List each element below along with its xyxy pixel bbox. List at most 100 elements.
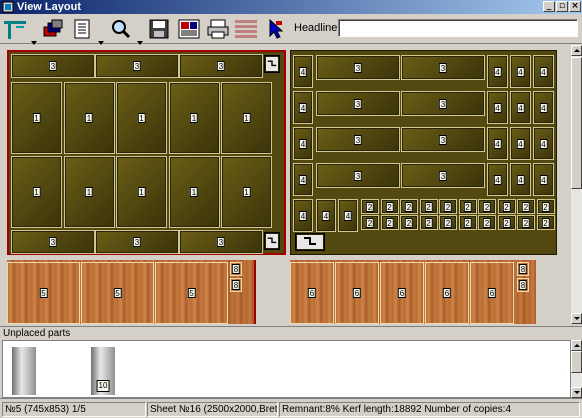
part-3[interactable]: 3 [316,163,400,188]
part-1[interactable]: 1 [116,82,167,154]
unplaced-part[interactable] [12,347,36,395]
part-2[interactable]: 2 [400,199,418,214]
scroll-up-button[interactable] [571,45,582,56]
part-3[interactable]: 3 [401,55,485,80]
remnant-piece[interactable] [264,232,280,250]
part-2[interactable]: 2 [380,199,399,214]
part-4[interactable]: 4 [293,199,313,232]
cut-tool-icon[interactable] [2,17,28,41]
part-8[interactable]: 8 [517,262,529,276]
part-2[interactable]: 2 [361,199,379,214]
list-icon[interactable] [70,17,96,41]
part-2[interactable]: 2 [439,199,457,214]
part-2[interactable]: 2 [478,199,496,214]
cursor-arrow-icon[interactable] [262,17,288,41]
part-5[interactable]: 5 [155,262,228,324]
part-2[interactable]: 2 [419,215,438,230]
unplaced-scroll-down-button[interactable] [571,387,582,398]
parts-stack-icon[interactable] [40,17,66,41]
part-5[interactable]: 5 [7,262,80,324]
part-6[interactable]: 6 [470,262,514,324]
part-8[interactable]: 8 [517,278,529,292]
print-icon[interactable] [205,17,231,41]
part-4[interactable]: 4 [338,199,358,232]
part-1[interactable]: 1 [116,156,167,228]
part-3[interactable]: 3 [401,127,485,152]
layout-area[interactable]: 3 3 3 1 1 1 1 1 1 1 1 1 1 3 3 3 4 4 4 4 4 3 3 4 4 4 3 3 4 4 4 3 3 4 4 4 3 3 4… [0,45,571,324]
part-3[interactable]: 3 [316,127,400,152]
part-3[interactable]: 3 [179,54,263,78]
zoom-icon[interactable] [108,17,134,41]
part-2[interactable]: 2 [536,199,555,214]
part-4[interactable]: 4 [533,163,554,196]
part-4[interactable]: 4 [533,127,554,160]
part-6[interactable]: 6 [380,262,424,324]
part-1[interactable]: 1 [63,82,115,154]
part-4[interactable]: 4 [293,91,313,124]
part-4[interactable]: 4 [293,127,313,160]
part-1[interactable]: 1 [11,82,62,154]
unplaced-parts-list[interactable]: 10 [2,340,571,398]
part-2[interactable]: 2 [400,215,418,230]
part-2[interactable]: 2 [517,215,535,230]
sheet-2[interactable]: 4444433444334443344433444442222222222222… [290,50,557,255]
part-2[interactable]: 2 [458,199,477,214]
unplaced-vertical-scrollbar[interactable] [571,340,582,398]
part-4[interactable]: 4 [510,163,531,196]
part-6[interactable]: 6 [335,262,379,324]
part-1[interactable]: 1 [63,156,115,228]
part-8[interactable]: 8 [230,278,242,292]
part-4[interactable]: 4 [510,91,531,124]
part-2[interactable]: 2 [380,215,399,230]
part-3[interactable]: 3 [401,91,485,116]
layout-view-icon[interactable] [176,17,202,41]
part-4[interactable]: 4 [487,127,508,160]
scroll-thumb[interactable] [571,57,582,189]
sheet-1[interactable]: 3 3 3 1 1 1 1 1 1 1 1 1 1 3 3 3 [7,50,286,255]
minimize-button[interactable]: _ [543,1,555,12]
part-2[interactable]: 2 [439,215,457,230]
sheet-3[interactable]: 5 5 5 8 8 [7,260,256,324]
part-6[interactable]: 6 [290,262,334,324]
part-4[interactable]: 4 [487,91,508,124]
sheet-4[interactable]: 6 6 6 6 6 8 8 [290,260,536,324]
part-4[interactable]: 4 [533,55,554,88]
part-4[interactable]: 4 [487,55,508,88]
part-4[interactable]: 4 [533,91,554,124]
part-2[interactable]: 2 [497,199,516,214]
part-2[interactable]: 2 [497,215,516,230]
part-4[interactable]: 4 [293,163,313,196]
remnant-piece[interactable] [295,233,325,251]
part-5[interactable]: 5 [81,262,154,324]
part-6[interactable]: 6 [425,262,469,324]
part-2[interactable]: 2 [361,215,379,230]
part-1[interactable]: 1 [221,82,272,154]
part-3[interactable]: 3 [11,230,95,254]
part-4[interactable]: 4 [510,127,531,160]
part-2[interactable]: 2 [536,215,555,230]
part-1[interactable]: 1 [168,156,220,228]
scroll-down-button[interactable] [571,313,582,324]
part-3[interactable]: 3 [316,91,400,116]
part-1[interactable]: 1 [168,82,220,154]
part-4[interactable]: 4 [316,199,336,232]
part-4[interactable]: 4 [487,163,508,196]
part-3[interactable]: 3 [179,230,263,254]
part-3[interactable]: 3 [11,54,95,78]
remnant-piece[interactable] [264,55,280,73]
part-8[interactable]: 8 [230,262,242,276]
headline-input[interactable] [338,19,578,37]
part-1[interactable]: 1 [221,156,272,228]
part-4[interactable]: 4 [510,55,531,88]
part-3[interactable]: 3 [95,54,179,78]
part-2[interactable]: 2 [419,199,438,214]
unplaced-scroll-thumb[interactable] [571,351,582,373]
part-3[interactable]: 3 [401,163,485,188]
unplaced-scroll-up-button[interactable] [571,340,582,351]
part-2[interactable]: 2 [478,215,496,230]
close-button[interactable]: × [569,1,581,12]
part-2[interactable]: 2 [517,199,535,214]
stripes-icon[interactable] [233,17,259,41]
part-3[interactable]: 3 [316,55,400,80]
part-3[interactable]: 3 [95,230,179,254]
